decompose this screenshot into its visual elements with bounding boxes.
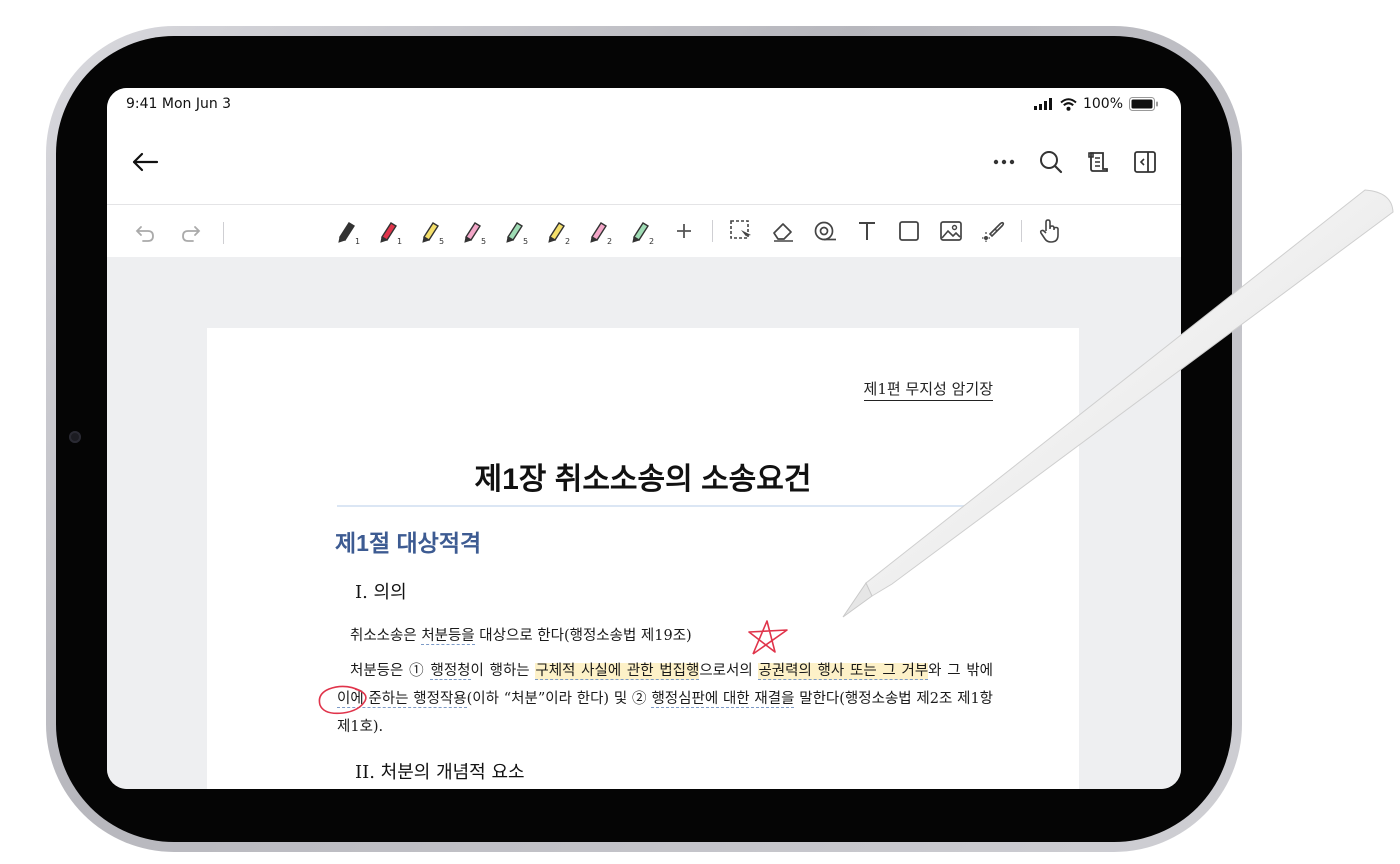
status-time: 9:41 Mon Jun 3 [126,96,232,112]
subsection-title-2: II. 처분의 개념적 요소 [355,762,525,783]
text-run: 와 그 밖에 [928,663,994,679]
pen-size-label: 2 [565,237,570,245]
back-button[interactable] [125,144,165,180]
arrow-left-icon [132,152,159,172]
pen-size-label: 1 [397,237,402,245]
underlined-term: 행정청 [430,663,471,680]
highlighter-pink-2-button[interactable]: 2 [582,215,618,247]
pen-size-label: 2 [607,237,612,245]
battery-icon [1129,97,1158,111]
pen-icon: 5 [506,222,528,245]
lasso-select-button[interactable] [723,215,759,247]
toolbar-separator [712,220,713,242]
paragraph-1: 취소소송은 처분등을 대상으로 한다(행정소송법 제19조) [350,622,1006,650]
chapter-title: 제1장 취소소송의 소송요건 [474,463,812,496]
pen-icon: 5 [422,222,444,245]
document-page[interactable]: 제1편 무지성 암기장 제1장 취소소송의 소송요건 제1절 대상적격 I. 의… [207,328,1079,789]
search-icon [1040,151,1063,174]
pen-icon: 1 [338,222,360,245]
running-header: 제1편 무지성 암기장 [863,378,993,401]
eraser-icon [773,223,793,242]
tape-icon [814,221,836,241]
pen-size-label: 5 [523,237,528,245]
section-title: 제1절 대상적격 [335,530,482,556]
pen-size-label: 5 [481,237,486,245]
nav-actions [986,144,1163,180]
text-run: (이하 “처분”이라 한다) 및 ② [466,691,652,707]
eraser-button[interactable] [765,215,801,247]
front-camera [69,431,81,443]
document-area[interactable]: 제1편 무지성 암기장 제1장 취소소송의 소송요건 제1절 대상적격 I. 의… [107,257,1181,789]
highlighted-term: 공권력의 행사 또는 그 거부 [758,663,929,680]
lasso-select-icon [730,220,751,240]
text-run: 대상으로 한다(행정소송법 제19조) [474,628,692,644]
text-run: 취소소송은 [350,628,422,644]
shape-tool-button[interactable] [891,215,927,247]
handwritten-circle-annotation [318,685,367,715]
text-run: 처분등은 ① [350,663,431,679]
signal-icon [1033,98,1052,110]
redo-button[interactable] [173,217,209,249]
sidebar-icon [1134,151,1156,173]
scroll-button[interactable] [1080,144,1116,180]
pen-size-label: 5 [439,237,444,245]
highlighter-yellow-2-button[interactable]: 2 [540,215,576,247]
tool-palette: 1 1 5 5 5 2 2 2 [330,215,1068,247]
toolbar-separator [223,222,224,244]
highlighter-pink-button[interactable]: 5 [456,215,492,247]
laser-pointer-button[interactable] [975,215,1011,247]
text-run: 이 행하는 [470,663,536,679]
add-icon [677,224,691,238]
drawing-toolbar: 1 1 5 5 5 2 2 2 [107,205,1181,257]
pen-icon: 2 [548,222,570,245]
add-pen-button[interactable] [666,215,702,247]
handwritten-star-annotation [748,620,788,655]
wifi-icon [1060,97,1077,111]
battery-percent: 100% [1082,96,1123,112]
highlighter-yellow-button[interactable]: 5 [414,215,450,247]
underlined-term: 처분등을 [421,628,475,645]
laser-pointer-icon [982,221,1005,242]
paragraph-2: 처분등은 ① 행정청이 행하는 구체적 사실에 관한 법집행으로서의 공권력의 … [337,657,993,741]
undo-icon [135,226,154,242]
underlined-term: 행정심판에 대한 재결을 [651,691,795,708]
highlighter-green-button[interactable]: 5 [498,215,534,247]
image-icon [940,221,962,241]
status-indicators: 100% [1033,96,1159,112]
pen-icon: 2 [632,222,654,245]
hand-tool-button[interactable] [1032,215,1068,247]
pen-icon: 2 [590,222,612,245]
history-controls [127,217,228,249]
nav-bar [107,122,1181,205]
tablet-screen: 9:41 Mon Jun 3 100% 1 1 5 5 5 2 2 2 제1편 … [107,88,1181,789]
status-bar: 9:41 Mon Jun 3 100% [107,88,1181,122]
pen-size-label: 2 [649,237,654,245]
text-icon [859,222,875,240]
tape-button[interactable] [807,215,843,247]
redo-icon [182,226,201,242]
pen-icon: 5 [464,222,486,245]
shape-icon [899,221,919,241]
undo-button[interactable] [127,217,163,249]
text-run: 으로서의 [699,663,759,679]
image-tool-button[interactable] [933,215,969,247]
toolbar-separator [1021,220,1022,242]
more-button[interactable] [986,144,1022,180]
search-button[interactable] [1033,144,1069,180]
subsection-title: I. 의의 [355,582,407,603]
highlighted-term: 구체적 사실에 관한 법집행 [535,663,700,680]
scroll-icon [1088,152,1108,172]
pen-group: 1 1 5 5 5 2 2 2 [330,215,660,247]
more-icon [993,159,1015,165]
pen-size-label: 1 [355,237,360,245]
sidebar-button[interactable] [1127,144,1163,180]
pen-icon: 1 [380,222,402,245]
text-tool-button[interactable] [849,215,885,247]
hand-icon [1039,219,1059,243]
pen-red-button[interactable]: 1 [372,215,408,247]
title-divider [337,505,992,507]
pen-black-button[interactable]: 1 [330,215,366,247]
highlighter-green-2-button[interactable]: 2 [624,215,660,247]
